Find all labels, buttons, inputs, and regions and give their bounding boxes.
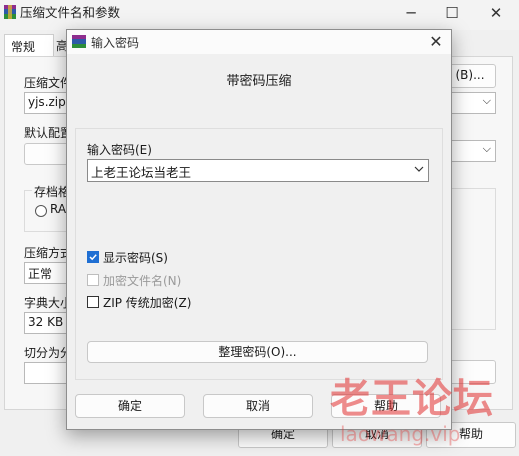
encrypt-filenames-option: 加密文件名(N) (87, 272, 287, 290)
rar-radio[interactable] (35, 205, 47, 217)
dialog-title: 输入密码 (91, 36, 140, 50)
archive-name-label: 压缩文件 (24, 76, 73, 90)
tab-general[interactable]: 常规 (4, 34, 54, 57)
close-icon[interactable]: ✕ (476, 0, 516, 28)
background-window-title: 压缩文件名和参数 (20, 5, 121, 20)
default-config-label: 默认配置 (24, 126, 73, 140)
winrar-dialog-icon (72, 35, 86, 48)
zip-legacy-option[interactable]: ZIP 传统加密(Z) (87, 294, 287, 312)
password-value: 上老王论坛当老王 (91, 165, 192, 180)
checkmark-icon (89, 254, 97, 261)
password-label: 输入密码(E) (87, 143, 152, 157)
zip-legacy-label: ZIP 传统加密(Z) (103, 296, 192, 310)
minimize-icon[interactable]: ─ (391, 0, 431, 28)
dictionary-size-label: 字典大小 (24, 296, 73, 310)
cancel-button[interactable]: 取消 (203, 394, 313, 418)
chevron-down-icon: ⌵ (482, 94, 491, 107)
split-volumes-label: 切分为分 (24, 346, 73, 360)
maximize-icon[interactable]: ☐ (432, 0, 472, 28)
show-password-option[interactable]: 显示密码(S) (87, 249, 287, 267)
password-input[interactable]: 上老王论坛当老王 (87, 159, 429, 182)
chevron-down-icon[interactable] (414, 163, 424, 175)
chevron-down-icon: ⌵ (482, 142, 491, 155)
rar-radio-label: RA (50, 202, 67, 216)
watermark-url: laowang.vip (340, 422, 461, 446)
organize-passwords-button[interactable]: 整理密码(O)... (87, 341, 428, 363)
show-password-label: 显示密码(S) (103, 251, 168, 265)
dialog-heading: 带密码压缩 (226, 74, 292, 89)
dialog-close-icon[interactable]: ✕ (425, 31, 447, 53)
encrypt-filenames-label: 加密文件名(N) (103, 274, 182, 288)
ok-button[interactable]: 确定 (75, 394, 185, 418)
encrypt-filenames-checkbox (87, 274, 99, 286)
zip-legacy-checkbox[interactable] (87, 296, 99, 308)
compression-method-label: 压缩方式 (24, 246, 73, 260)
winrar-app-icon (4, 5, 16, 19)
watermark-text: 老王论坛 (330, 376, 494, 422)
show-password-checkbox[interactable] (87, 251, 99, 263)
